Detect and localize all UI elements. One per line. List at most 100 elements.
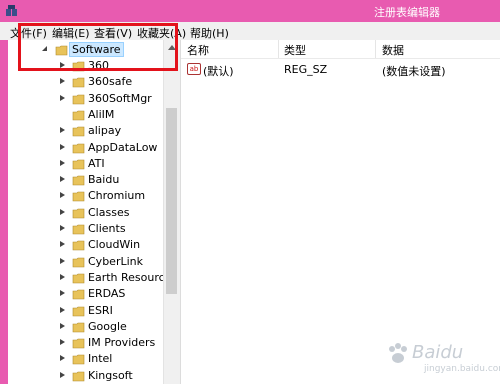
folder-icon [72,289,85,300]
tree-item[interactable]: Earth Resource M [60,270,163,286]
tree-item[interactable]: CyberLink [60,254,163,270]
tree-item[interactable]: CloudWin [60,237,163,253]
registry-editor-icon [6,5,17,16]
tree-item[interactable]: AppDataLow [60,140,163,156]
folder-icon [72,159,85,170]
tree-item-label: ESRI [88,303,113,317]
expand-arrow-icon[interactable] [60,355,65,362]
tree-item-label: AppDataLow [88,140,158,154]
expand-arrow-icon[interactable] [60,257,65,264]
tree-item-label: ERDAS [88,287,126,301]
tree-item-label: Earth Resource M [88,270,163,284]
tree-item[interactable]: Google [60,319,163,335]
tree-item[interactable]: alipay [60,123,163,139]
tree-item-label: AliIM [88,107,115,121]
expand-arrow-icon[interactable] [60,339,65,346]
window-left-border [0,40,8,384]
tree-item-label: 360safe [88,75,133,89]
tree-item-label: Classes [88,205,130,219]
expand-arrow-icon[interactable] [60,322,65,329]
folder-icon [72,208,85,218]
tree-item[interactable]: Clients [60,221,163,237]
tree-item[interactable]: ESRI [60,303,163,319]
folder-icon [72,143,85,153]
title-bar: 注册表编辑器 [0,0,500,22]
expand-arrow-icon[interactable] [60,159,65,166]
scroll-thumb[interactable] [166,108,177,294]
expand-arrow-icon[interactable] [60,78,65,85]
folder-icon [72,94,85,104]
watermark-subtext: jingyan.baidu.com [424,364,500,374]
expand-arrow-icon[interactable] [60,94,65,101]
value-data: (数值未设置) [382,65,446,78]
watermark-text: Baidu [412,342,464,363]
annotation-highlight-box [18,23,178,71]
tree-item-label: Intel [88,352,113,366]
folder-icon [72,257,85,267]
column-separator[interactable] [375,40,376,58]
tree-item-label: Baidu [88,173,120,187]
expand-arrow-icon[interactable] [60,371,65,378]
window-title: 注册表编辑器 [374,6,440,19]
tree-item[interactable]: 360safe [60,74,163,90]
expand-arrow-icon[interactable] [60,241,65,248]
value-name: (默认) [203,65,234,78]
tree-item[interactable]: Kingsoft [60,368,163,384]
folder-icon [72,273,85,284]
tree-item[interactable]: AliIM [60,107,163,123]
tree-item-label: Google [88,319,127,333]
tree-item-label: 360SoftMgr [88,91,152,105]
expand-arrow-icon[interactable] [60,192,65,199]
tree-item-label: Kingsoft [88,368,133,382]
values-pane: 名称 类型 数据 ab (默认) REG_SZ (数值未设置) [181,40,500,384]
tree-item[interactable]: 360SoftMgr [60,91,163,107]
expand-arrow-icon[interactable] [60,290,65,297]
folder-icon [72,110,85,121]
folder-icon [72,175,85,186]
tree-item-label: Clients [88,222,126,235]
folder-icon [72,306,85,316]
registry-tree[interactable]: Software 360 360safe 360SoftMgr AliIM alipay… [8,40,163,384]
column-header-type[interactable]: 类型 [284,42,306,58]
tree-scrollbar[interactable] [163,40,180,384]
expand-arrow-icon[interactable] [60,225,65,231]
folder-icon [72,77,85,88]
folder-icon [72,371,85,381]
expand-arrow-icon[interactable] [60,143,65,150]
column-header-data[interactable]: 数据 [382,42,404,58]
tree-item[interactable]: ERDAS [60,286,163,302]
expand-arrow-icon[interactable] [60,176,65,183]
tree-item[interactable]: IM Providers [60,335,163,351]
folder-icon [72,224,85,235]
tree-item[interactable]: Classes [60,205,163,221]
folder-icon [72,192,85,202]
tree-item-label: IM Providers [88,336,156,350]
folder-icon [72,126,85,137]
tree-item-label: alipay [88,124,122,138]
baidu-watermark: Baidu jingyan.baidu.com [384,338,500,378]
folder-icon [72,355,85,365]
expand-arrow-icon[interactable] [60,273,65,280]
paw-logo-icon [389,343,407,363]
column-separator[interactable] [278,40,279,58]
tree-item[interactable]: Chromium [60,188,163,204]
tree-item-label: Chromium [88,189,146,203]
value-type: REG_SZ [284,63,328,76]
header-divider [181,58,500,59]
tree-item[interactable]: Intel [60,351,163,367]
tree-item-label: CloudWin [88,238,141,252]
menu-help[interactable]: 帮助(H) [190,25,229,41]
folder-icon [72,338,85,349]
tree-item[interactable]: ATI [60,156,163,172]
tree-item-label: CyberLink [88,254,143,268]
string-value-icon: ab [187,63,201,75]
tree-item-label: ATI [88,156,105,170]
folder-icon [72,322,85,333]
value-row[interactable]: ab (默认) REG_SZ (数值未设置) [181,60,500,78]
expand-arrow-icon[interactable] [60,306,65,313]
expand-arrow-icon[interactable] [60,208,65,215]
tree-item[interactable]: Baidu [60,172,163,188]
column-header-name[interactable]: 名称 [187,42,209,58]
expand-arrow-icon[interactable] [60,127,65,134]
folder-icon [72,240,85,251]
